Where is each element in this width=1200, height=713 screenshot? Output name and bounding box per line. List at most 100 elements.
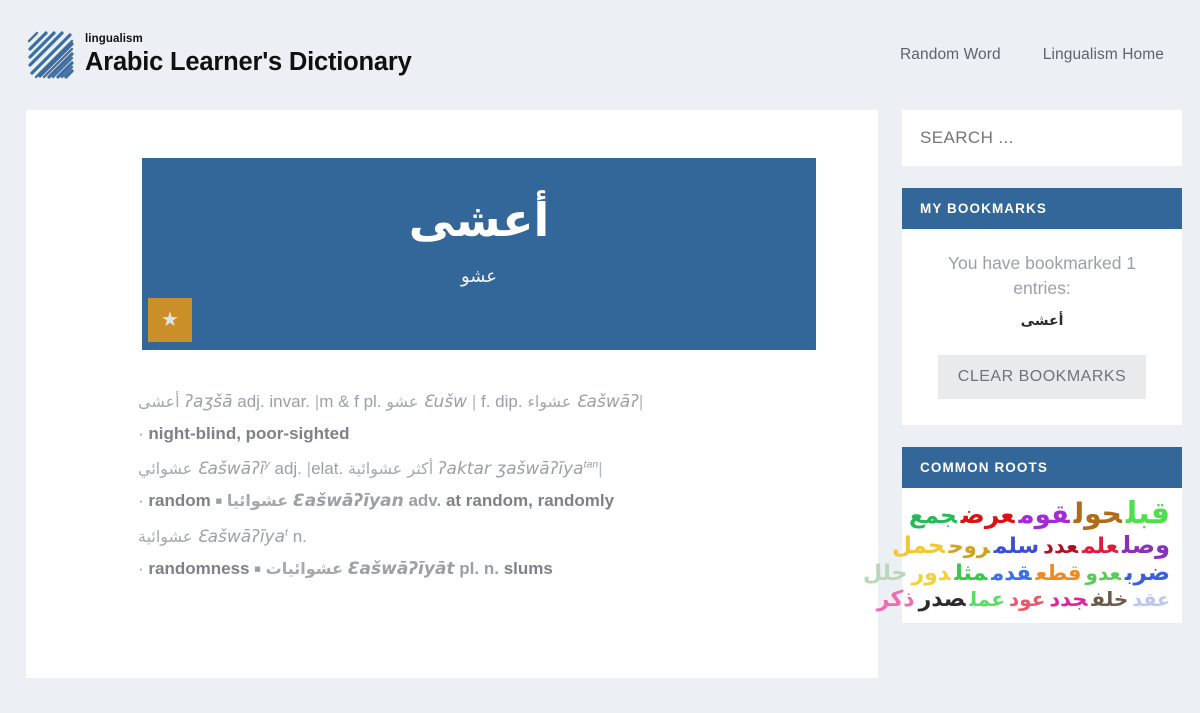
sense-text: night-blind, poor-sighted	[148, 424, 350, 444]
common-root-link[interactable]: عقد	[1132, 589, 1170, 611]
common-roots-row: وصلعلمعددسلمروححمل	[892, 531, 1172, 560]
form-translit: Ɛušw	[423, 392, 468, 412]
form-label: elat.	[311, 458, 344, 478]
subentry-arabic: عشوائيا	[226, 491, 289, 511]
definition-block: عشوائي Ɛašwāʔīy adj. |elat. أكثر عشوائية…	[138, 453, 816, 518]
common-roots-widget: COMMON ROOTS قبلحولقومعرضجمع وصلعلمعددسلم…	[863, 446, 1182, 624]
search-input[interactable]	[902, 110, 1182, 166]
site-header: lingualism Arabic Learner's Dictionary R…	[0, 0, 1200, 110]
bookmarks-widget-body: You have bookmarked 1 entries: أعشى CLEA…	[902, 229, 1182, 425]
common-root-link[interactable]: صدر	[919, 587, 966, 612]
definition-block: عشوائية Ɛašwāʔīyat n. · randomness ■ عشو…	[138, 521, 816, 586]
common-root-link[interactable]: حول	[1074, 497, 1122, 530]
definition-grammar: n.	[292, 526, 307, 546]
brand-subtitle: lingualism	[85, 33, 143, 46]
bookmarks-widget: MY BOOKMARKS You have bookmarked 1 entri…	[902, 188, 1182, 425]
common-root-link[interactable]: ضرب	[1125, 560, 1170, 586]
common-root-link[interactable]: عرض	[961, 500, 1015, 529]
entry-headword: أعشى	[408, 193, 550, 247]
subentry-gloss: slums	[503, 559, 553, 579]
common-root-link[interactable]: قوم	[1018, 500, 1069, 530]
common-root-link[interactable]: حلل	[863, 561, 907, 586]
bullet-icon: ·	[138, 424, 144, 444]
common-root-link[interactable]: عمل	[970, 587, 1005, 612]
definition-translit: ʔaʒšā	[184, 392, 233, 412]
common-root-link[interactable]: ذكر	[877, 587, 915, 612]
search-widget	[902, 110, 1182, 166]
sense-text: random	[148, 491, 211, 511]
square-bullet-icon: ■	[215, 495, 223, 508]
subentry-grammar: pl. n.	[459, 559, 499, 579]
subentry-translit: Ɛašwāʔīyāt	[347, 559, 455, 580]
entry-banner: أعشى عشو ★	[142, 158, 816, 350]
definition-translit: Ɛašwāʔī	[197, 458, 265, 479]
square-bullet-icon: ■	[254, 563, 261, 576]
subentry-translit: Ɛašwāʔīyan	[292, 491, 404, 512]
definition-translit: Ɛašwāʔīya	[197, 526, 286, 547]
form-translit: Ɛašwāʔ	[576, 392, 639, 412]
common-root-link[interactable]: وصل	[1122, 531, 1170, 559]
definition-headline: عشوائية Ɛašwāʔīyat n.	[138, 521, 816, 553]
form-translit-sup: tan	[583, 458, 599, 471]
common-root-link[interactable]: مثل	[955, 561, 988, 586]
bullet-icon: ·	[138, 559, 144, 579]
nav-lingualism-home[interactable]: Lingualism Home	[1043, 46, 1164, 64]
form-arabic: عشواء	[527, 392, 572, 411]
common-root-link[interactable]: سلم	[994, 534, 1039, 559]
common-root-link[interactable]: خلف	[1091, 587, 1128, 612]
main-navigation: Random Word Lingualism Home	[900, 46, 1164, 64]
form-label: m & f pl.	[319, 392, 382, 411]
common-root-link[interactable]: روح	[949, 534, 990, 558]
definition-arabic: عشوائي	[138, 458, 193, 478]
common-roots-cloud: قبلحولقومعرضجمع وصلعلمعددسلمروححمل ضربعدوق…	[863, 487, 1182, 624]
common-root-link[interactable]: عدو	[1086, 561, 1121, 585]
sidebar: MY BOOKMARKS You have bookmarked 1 entri…	[863, 110, 1182, 645]
common-root-link[interactable]: حمل	[892, 533, 945, 559]
entry-root: عشو	[460, 265, 498, 287]
page-body: أعشى عشو ★ أعشى ʔaʒšā adj. invar. |m & f…	[0, 110, 1200, 678]
common-root-link[interactable]: قبل	[1126, 496, 1170, 531]
entry-definitions: أعشى ʔaʒšā adj. invar. |m & f pl. عشو Ɛu…	[138, 386, 816, 586]
common-roots-widget-title: COMMON ROOTS	[902, 446, 1182, 488]
common-root-link[interactable]: عدد	[1043, 534, 1078, 558]
common-root-link[interactable]: جدد	[1049, 587, 1087, 611]
definition-arabic: أعشى	[138, 392, 180, 411]
common-roots-row: ضربعدوقطعقدممثلدورحلل	[863, 560, 1172, 587]
entry-main-card: أعشى عشو ★ أعشى ʔaʒšā adj. invar. |m & f…	[26, 110, 878, 678]
common-root-link[interactable]: جمع	[909, 503, 957, 529]
definition-block: أعشى ʔaʒšā adj. invar. |m & f pl. عشو Ɛu…	[138, 386, 816, 450]
subentry-grammar: adv.	[408, 491, 442, 511]
definition-headline: أعشى ʔaʒšā adj. invar. |m & f pl. عشو Ɛu…	[138, 392, 644, 412]
bookmark-star-icon-button[interactable]: ★	[148, 298, 192, 342]
bookmark-entry-link[interactable]: أعشى	[922, 313, 1162, 329]
common-root-link[interactable]: علم	[1082, 534, 1118, 559]
definition-translit-sup: y	[264, 458, 270, 471]
definition-senses: · night-blind, poor-sighted	[138, 418, 816, 449]
common-root-link[interactable]: قطع	[1035, 561, 1081, 585]
definition-translit-sup: t	[285, 526, 288, 539]
definition-senses: · random ■ عشوائيا Ɛašwāʔīyan adv. at ra…	[138, 485, 816, 517]
nav-random-word[interactable]: Random Word	[900, 46, 1001, 64]
common-root-link[interactable]: دور	[911, 561, 950, 586]
form-label: f. dip.	[480, 392, 523, 411]
sense-text: randomness	[148, 559, 250, 579]
form-arabic: أكثر عشوائية	[347, 458, 434, 478]
bookmarks-count-message: You have bookmarked 1 entries:	[947, 253, 1137, 299]
definition-grammar: adj.	[274, 458, 302, 478]
form-translit: ʔaktar ʒašwāʔīya	[437, 458, 584, 479]
definition-headline: عشوائي Ɛašwāʔīy adj. |elat. أكثر عشوائية…	[138, 458, 603, 479]
subentry-arabic: عشوائيات	[265, 559, 343, 579]
clear-bookmarks-button[interactable]: CLEAR BOOKMARKS	[937, 354, 1147, 399]
common-root-link[interactable]: قدم	[991, 561, 1031, 585]
bookmarks-widget-title: MY BOOKMARKS	[902, 188, 1182, 229]
form-arabic: عشو	[386, 392, 419, 411]
common-roots-row: عقدخلفجددعودعملصدرذكر	[877, 587, 1172, 613]
definition-senses: · randomness ■ عشوائيات Ɛašwāʔīyāt pl. n…	[138, 553, 816, 585]
subentry-gloss: at random, randomly	[445, 491, 615, 511]
scribble-square-logo-icon	[26, 31, 74, 79]
common-root-link[interactable]: عود	[1009, 587, 1045, 612]
common-roots-row: قبلحولقومعرضجمع	[909, 496, 1172, 531]
bullet-icon: ·	[138, 491, 144, 511]
brand-logo-link[interactable]: lingualism Arabic Learner's Dictionary	[26, 31, 412, 79]
definition-grammar: adj. invar.	[237, 392, 311, 411]
